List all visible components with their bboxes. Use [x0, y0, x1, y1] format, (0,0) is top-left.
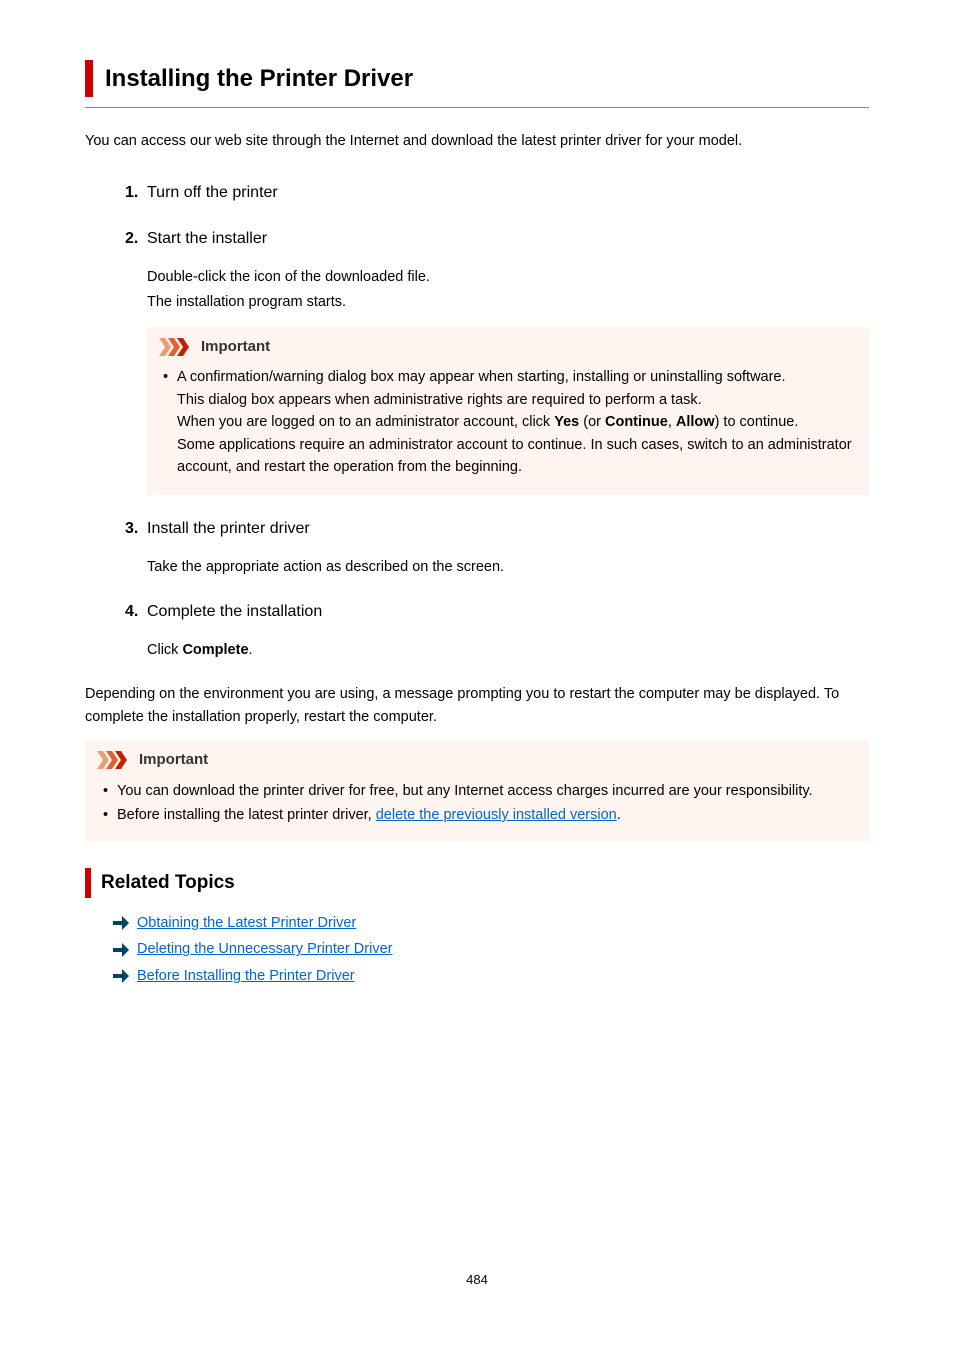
important-callout: Important A confirmation/warning dialog … [147, 327, 869, 495]
step-head: 3. Install the printer driver [125, 517, 869, 542]
body-line: The installation program starts. [147, 291, 869, 313]
step-number: 2. [125, 227, 147, 252]
callout-body: A confirmation/warning dialog box may ap… [147, 362, 869, 494]
body-line: Take the appropriate action as described… [147, 556, 869, 578]
step-4: 4. Complete the installation Click Compl… [125, 600, 869, 661]
intro-text: You can access our web site through the … [85, 130, 869, 152]
arrow-right-icon [113, 916, 129, 930]
related-links-list: Obtaining the Latest Printer Driver Dele… [85, 912, 869, 987]
step-body: Take the appropriate action as described… [125, 556, 869, 578]
related-link-obtain[interactable]: Obtaining the Latest Printer Driver [137, 912, 356, 934]
arrow-right-icon [113, 969, 129, 983]
step-head: 1. Turn off the printer [125, 181, 869, 206]
step-title: Turn off the printer [147, 181, 278, 206]
text-fragment: When you are logged on to an administrat… [177, 414, 554, 430]
callout-header: Important [85, 740, 869, 775]
page-title-block: Installing the Printer Driver [85, 60, 869, 97]
callout-line: This dialog box appears when administrat… [177, 392, 702, 408]
related-topics-heading-block: Related Topics [85, 868, 869, 897]
callout-item: A confirmation/warning dialog box may ap… [163, 366, 853, 478]
related-topics-heading: Related Topics [101, 868, 869, 897]
text-bold: Allow [676, 414, 715, 430]
important-callout-outer: Important You can download the printer d… [85, 740, 869, 842]
step-body: Click Complete. [125, 639, 869, 661]
callout-item: Before installing the latest printer dri… [103, 804, 853, 826]
step-body: Double-click the icon of the downloaded … [125, 266, 869, 495]
title-underline [85, 107, 869, 108]
text-fragment: ) to continue. [715, 414, 799, 430]
callout-item: You can download the printer driver for … [103, 780, 853, 802]
text-bold: Complete [182, 642, 248, 658]
related-link-before[interactable]: Before Installing the Printer Driver [137, 965, 355, 987]
step-1: 1. Turn off the printer [125, 181, 869, 206]
callout-line: A confirmation/warning dialog box may ap… [177, 369, 786, 385]
text-fragment: Before installing the latest printer dri… [117, 807, 376, 823]
step-number: 3. [125, 517, 147, 542]
chevrons-icon [97, 751, 131, 769]
step-head: 4. Complete the installation [125, 600, 869, 625]
related-link-delete[interactable]: Deleting the Unnecessary Printer Driver [137, 938, 392, 960]
step-head: 2. Start the installer [125, 227, 869, 252]
step-number: 1. [125, 181, 147, 206]
step-2: 2. Start the installer Double-click the … [125, 227, 869, 494]
list-item: Obtaining the Latest Printer Driver [85, 912, 869, 934]
text-fragment: (or [579, 414, 605, 430]
list-item: Before Installing the Printer Driver [85, 965, 869, 987]
steps-list: 1. Turn off the printer 2. Start the ins… [85, 181, 869, 662]
callout-body: You can download the printer driver for … [85, 776, 869, 843]
text-bold: Continue [605, 414, 668, 430]
step-number: 4. [125, 600, 147, 625]
chevrons-icon [159, 338, 193, 356]
page-title: Installing the Printer Driver [105, 60, 869, 97]
callout-title: Important [201, 335, 270, 358]
step-title: Start the installer [147, 227, 267, 252]
step-title: Complete the installation [147, 600, 322, 625]
body-line: Click Complete. [147, 639, 869, 661]
text-bold: Yes [554, 414, 579, 430]
callout-line: When you are logged on to an administrat… [177, 414, 798, 430]
after-steps-text: Depending on the environment you are usi… [85, 683, 869, 728]
text-fragment: . [617, 807, 621, 823]
callout-title: Important [139, 748, 208, 771]
step-title: Install the printer driver [147, 517, 310, 542]
page-number: 484 [85, 1270, 869, 1290]
delete-version-link[interactable]: delete the previously installed version [376, 807, 617, 823]
callout-header: Important [147, 327, 869, 362]
text-fragment: , [668, 414, 676, 430]
step-3: 3. Install the printer driver Take the a… [125, 517, 869, 578]
text-fragment: . [249, 642, 253, 658]
callout-line: Some applications require an administrat… [177, 437, 852, 475]
text-fragment: Click [147, 642, 182, 658]
body-line: Double-click the icon of the downloaded … [147, 266, 869, 288]
list-item: Deleting the Unnecessary Printer Driver [85, 938, 869, 960]
arrow-right-icon [113, 943, 129, 957]
